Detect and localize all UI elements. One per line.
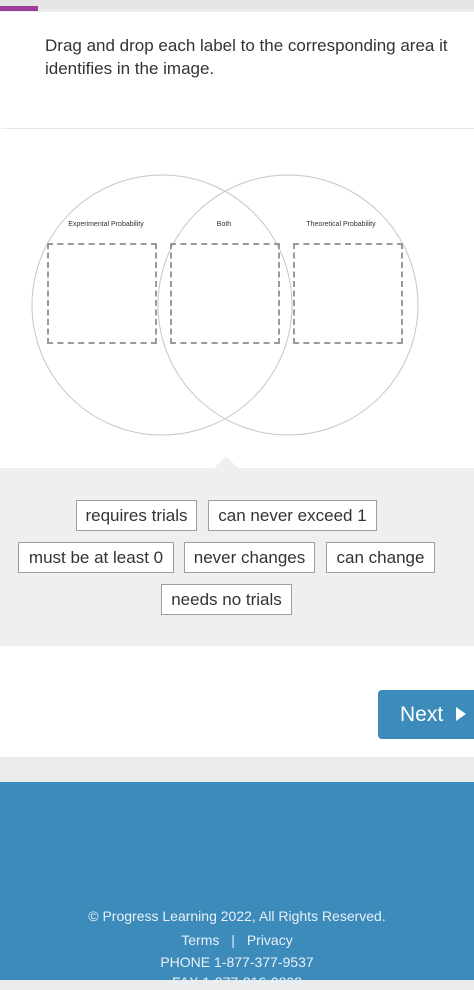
- drop-zone-theoretical[interactable]: [293, 243, 403, 344]
- drop-zone-both[interactable]: [170, 243, 280, 344]
- progress-bar: [0, 6, 38, 11]
- footer-copyright: © Progress Learning 2022, All Rights Res…: [88, 908, 386, 924]
- venn-diagram: Experimental Probability Both Theoretica…: [0, 129, 474, 469]
- next-button[interactable]: Next: [378, 690, 474, 739]
- progress-track: [0, 0, 474, 9]
- venn-label-theoretical: Theoretical Probability: [306, 221, 376, 228]
- label-can-change[interactable]: can change: [326, 542, 435, 573]
- label-requires-trials[interactable]: requires trials: [76, 500, 197, 531]
- question-instruction: Drag and drop each label to the correspo…: [45, 36, 448, 78]
- question-card: Drag and drop each label to the correspo…: [0, 12, 474, 757]
- label-needs-no-trials[interactable]: needs no trials: [161, 584, 292, 615]
- footer-fax: FAX 1-877-816-0808: [172, 974, 302, 990]
- terms-link[interactable]: Terms: [181, 932, 219, 948]
- label-must-be-at-least-0[interactable]: must be at least 0: [18, 542, 174, 573]
- privacy-link[interactable]: Privacy: [247, 932, 293, 948]
- footer: © Progress Learning 2022, All Rights Res…: [0, 782, 474, 990]
- label-can-never-exceed-1[interactable]: can never exceed 1: [208, 500, 377, 531]
- next-button-label: Next: [400, 703, 444, 726]
- tray-pointer: [214, 456, 238, 468]
- venn-label-experimental: Experimental Probability: [68, 221, 144, 228]
- play-arrow-icon: [456, 707, 466, 721]
- footer-links: Terms | Privacy: [0, 932, 474, 948]
- drop-zone-experimental[interactable]: [47, 243, 157, 344]
- label-tray: requires trials can never exceed 1 must …: [0, 456, 474, 646]
- label-never-changes[interactable]: never changes: [184, 542, 315, 573]
- venn-label-both: Both: [216, 221, 232, 228]
- footer-separator: |: [231, 932, 235, 948]
- footer-phone: PHONE 1-877-377-9537: [160, 954, 314, 970]
